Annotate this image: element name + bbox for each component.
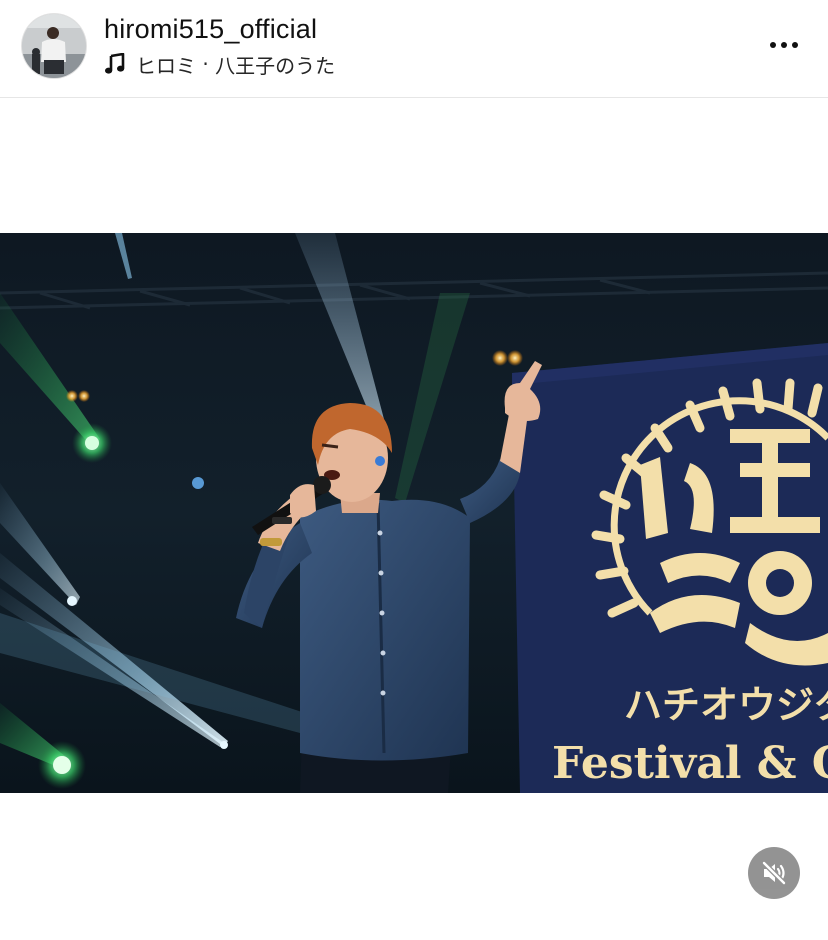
banner-english: Festival & C: [552, 738, 828, 789]
post-photo[interactable]: ハチオウジタ Festival & C: [0, 233, 828, 793]
avatar[interactable]: [22, 14, 86, 78]
avatar-image: [22, 14, 86, 78]
banner-kana: ハチオウジタ: [624, 682, 828, 727]
audio-artist: ヒロミ: [136, 53, 196, 78]
more-dot: [781, 42, 787, 48]
audio-separator: ·: [196, 52, 216, 76]
music-note-icon: [105, 53, 125, 74]
speaker-muted-icon: [761, 860, 787, 886]
instagram-post: hiromi515_official ヒロミ · 八王子のうた ハチオウジ Fe…: [0, 0, 828, 940]
concert-photo: ハチオウジタ Festival & C: [0, 233, 828, 793]
audio-track: 八王子のうた: [215, 53, 336, 78]
post-header: hiromi515_official ヒロミ · 八王子のうた: [0, 0, 828, 98]
username-link[interactable]: hiromi515_official: [104, 14, 317, 45]
more-dot: [792, 42, 798, 48]
more-options-button[interactable]: [764, 30, 804, 60]
more-horizontal-icon: [770, 42, 776, 48]
audio-attribution-link[interactable]: ヒロミ · 八王子のうた: [104, 51, 336, 78]
mute-toggle-button[interactable]: [748, 847, 800, 899]
